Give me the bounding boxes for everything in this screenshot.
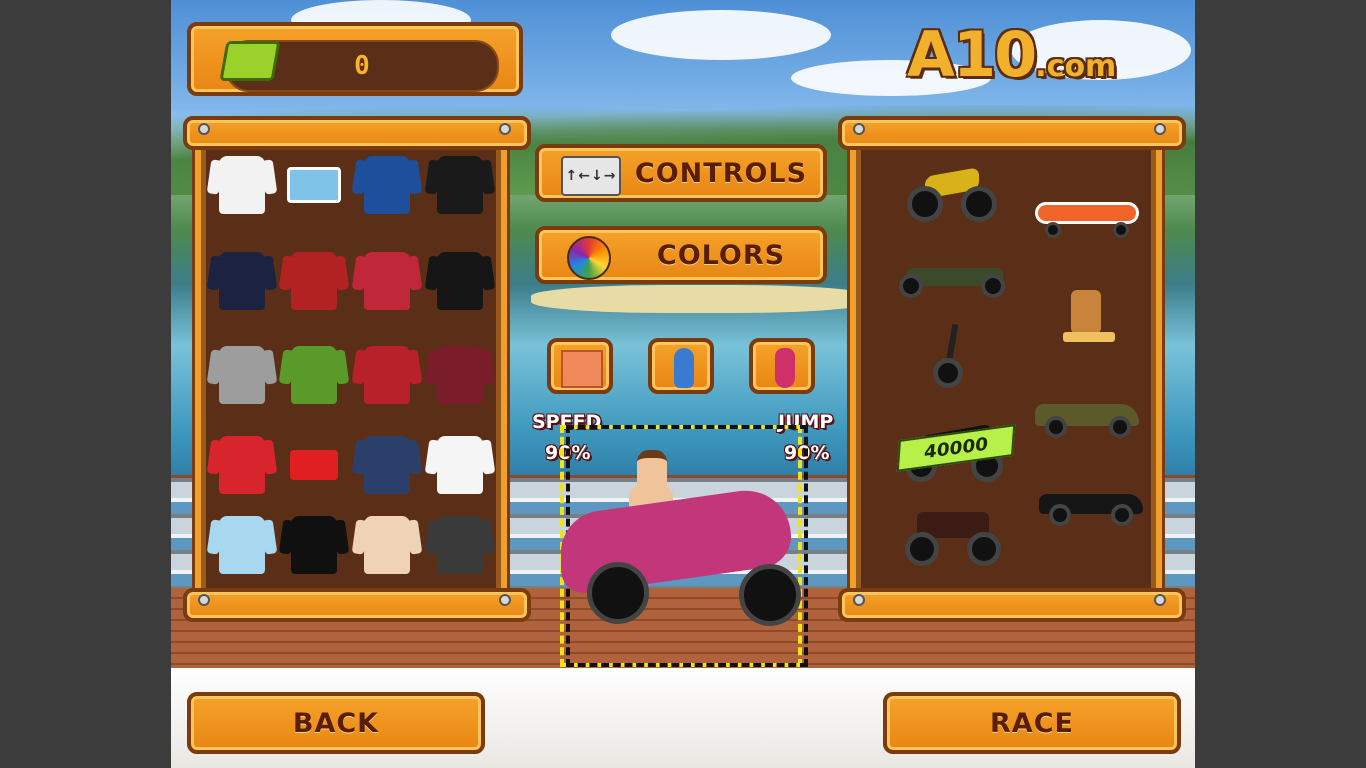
outfit-sumo-belly[interactable] bbox=[357, 512, 417, 578]
outfit-maroon-basketball-jersey-03[interactable] bbox=[430, 342, 490, 408]
outfit-black-tuxedo[interactable] bbox=[430, 248, 490, 314]
white-elvis-suit-icon bbox=[437, 436, 483, 494]
female-rider-button[interactable] bbox=[749, 338, 815, 394]
rollerblades-option[interactable] bbox=[1057, 288, 1119, 352]
logo-suffix: .com bbox=[1035, 49, 1117, 84]
outfit-white-elvis-suit[interactable] bbox=[430, 432, 490, 498]
red-vest-icon bbox=[219, 436, 265, 494]
sports-car-icon bbox=[1031, 394, 1143, 440]
race-button[interactable]: RACE bbox=[883, 692, 1181, 754]
outfit-black-tshirt[interactable] bbox=[284, 512, 344, 578]
outfit-blue-jacket[interactable] bbox=[357, 152, 417, 218]
light-blue-shirt-icon bbox=[219, 516, 265, 574]
maroon-basketball-jersey-03-icon bbox=[437, 346, 483, 404]
scooter-front-wheel bbox=[739, 564, 801, 626]
bolt-icon bbox=[1154, 123, 1166, 135]
segway-option[interactable] bbox=[929, 322, 977, 390]
rider-on-scooter-preview bbox=[551, 440, 811, 640]
controls-label: CONTROLS bbox=[634, 157, 808, 189]
vehicles-panel-top-plank bbox=[838, 116, 1186, 150]
blue-swim-shorts-icon bbox=[287, 167, 341, 203]
dirt-bike-icon bbox=[901, 160, 1001, 224]
cash-stack-icon bbox=[219, 41, 281, 81]
back-button[interactable]: BACK bbox=[187, 692, 485, 754]
race-label: RACE bbox=[990, 707, 1074, 739]
armor-suit-icon bbox=[437, 516, 483, 574]
colors-label: COLORS bbox=[656, 239, 786, 271]
game-screen: 0 A10.com ↑←↓→ CONTROLS COLORS SPEED 90%… bbox=[171, 0, 1195, 768]
skateboard-option[interactable] bbox=[1033, 198, 1141, 240]
outfit-red-vest[interactable] bbox=[212, 432, 272, 498]
rollerblade-icon bbox=[1057, 288, 1119, 352]
outfit-black-leather-jacket[interactable] bbox=[430, 152, 490, 218]
red-varsity-jacket-icon bbox=[364, 252, 410, 310]
outfit-police-uniform[interactable] bbox=[357, 432, 417, 498]
back-label: BACK bbox=[292, 707, 380, 739]
colors-button[interactable]: COLORS bbox=[535, 226, 827, 284]
vehicles-panel-bottom-plank bbox=[838, 588, 1186, 622]
male-rider-button[interactable] bbox=[648, 338, 714, 394]
beach-background bbox=[531, 285, 871, 313]
outfits-panel-bottom-plank bbox=[183, 588, 531, 622]
segway-icon bbox=[929, 322, 977, 390]
go-kart-icon bbox=[897, 254, 1009, 300]
outfit-red-varsity-jacket[interactable] bbox=[357, 248, 417, 314]
bolt-icon bbox=[198, 594, 210, 606]
outfit-red-plaid-shirt[interactable] bbox=[284, 248, 344, 314]
outfit-green-tie-dye-shirt[interactable] bbox=[284, 342, 344, 408]
female-icon bbox=[775, 348, 795, 388]
white-tshirt-icon bbox=[219, 156, 265, 214]
outfits-panel-top-plank bbox=[183, 116, 531, 150]
skin-swatch-icon bbox=[561, 350, 603, 388]
convertible-car-icon bbox=[1035, 484, 1147, 528]
site-logo[interactable]: A10.com bbox=[907, 18, 1116, 91]
outfit-red-boxers[interactable] bbox=[284, 432, 344, 498]
grey-suit-icon bbox=[219, 346, 265, 404]
navy-hoodie-icon bbox=[219, 252, 265, 310]
male-icon bbox=[674, 348, 694, 388]
go-kart-option[interactable] bbox=[897, 254, 1009, 300]
black-leather-jacket-icon bbox=[437, 156, 483, 214]
price-tag-amount: 40000 bbox=[923, 433, 989, 463]
monster-truck-option[interactable] bbox=[903, 508, 1003, 568]
bolt-icon bbox=[499, 594, 511, 606]
blue-jacket-icon bbox=[364, 156, 410, 214]
sports-car-option[interactable] bbox=[1031, 394, 1143, 440]
outfit-armor-suit[interactable] bbox=[430, 512, 490, 578]
arrow-keys-icon: ↑←↓→ bbox=[561, 156, 621, 196]
red-plaid-shirt-icon bbox=[291, 252, 337, 310]
bolt-icon bbox=[499, 123, 511, 135]
outfit-blue-swim-shorts[interactable] bbox=[284, 152, 344, 218]
controls-button[interactable]: ↑←↓→ CONTROLS bbox=[535, 144, 827, 202]
convertible-option[interactable] bbox=[1035, 484, 1147, 528]
logo-brand: A10 bbox=[907, 18, 1037, 91]
locked-motorbike-option[interactable]: 40000 bbox=[896, 420, 1016, 484]
bolt-icon bbox=[1154, 594, 1166, 606]
skin-color-button[interactable] bbox=[547, 338, 613, 394]
outfit-navy-hoodie[interactable] bbox=[212, 248, 272, 314]
red-jersey-22-icon bbox=[364, 346, 410, 404]
outfit-grey-suit[interactable] bbox=[212, 342, 272, 408]
outfit-white-tshirt[interactable] bbox=[212, 152, 272, 218]
green-tie-dye-shirt-icon bbox=[291, 346, 337, 404]
sumo-belly-icon bbox=[364, 516, 410, 574]
black-tshirt-icon bbox=[291, 516, 337, 574]
locked-motorbike-icon: 40000 bbox=[896, 420, 1016, 484]
scooter-rear-wheel bbox=[587, 562, 649, 624]
monster-truck-icon bbox=[903, 508, 1003, 568]
black-tuxedo-icon bbox=[437, 252, 483, 310]
outfit-light-blue-shirt[interactable] bbox=[212, 512, 272, 578]
bolt-icon bbox=[853, 123, 865, 135]
color-wheel-icon bbox=[567, 236, 611, 280]
skateboard-icon bbox=[1033, 198, 1141, 240]
red-boxers-icon bbox=[290, 450, 338, 480]
police-uniform-icon bbox=[364, 436, 410, 494]
bolt-icon bbox=[853, 594, 865, 606]
cloud bbox=[611, 10, 831, 60]
bolt-icon bbox=[198, 123, 210, 135]
outfit-red-jersey-22[interactable] bbox=[357, 342, 417, 408]
dirt-bike-option[interactable] bbox=[901, 160, 1001, 224]
